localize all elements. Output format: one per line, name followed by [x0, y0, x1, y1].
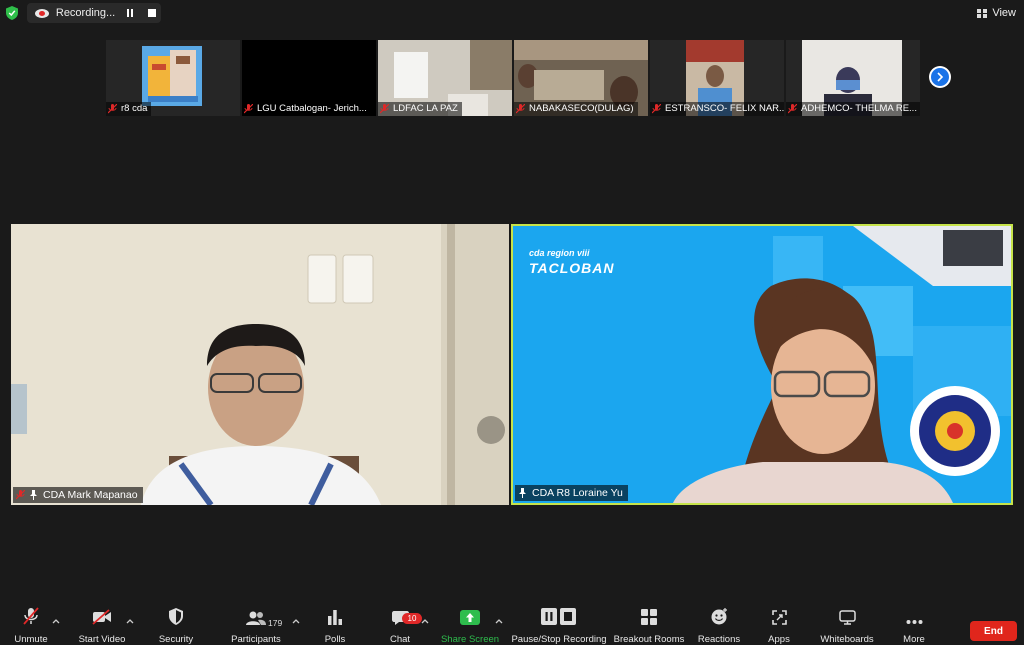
meeting-toolbar: Unmute Start Video Security Participants… — [0, 600, 1024, 645]
unmute-button[interactable]: Unmute — [6, 600, 56, 645]
shield-icon — [169, 608, 183, 625]
reactions-button[interactable]: Reactions — [694, 600, 744, 645]
participant-name-label: CDA Mark Mapanao — [13, 487, 143, 503]
participant-thumbnail[interactable]: ADHEMCO- THELMA RE... — [786, 40, 920, 116]
more-dots-icon — [906, 620, 922, 624]
pause-recording-button[interactable] — [121, 5, 139, 21]
thumbnail-name-label: r8 cda — [106, 102, 152, 116]
pause-stop-icon — [541, 608, 576, 625]
participants-icon — [246, 611, 266, 625]
breakout-rooms-button[interactable]: Breakout Rooms — [614, 600, 684, 645]
mic-muted-icon — [108, 104, 117, 114]
whiteboard-icon — [838, 610, 856, 625]
thumbnail-name-label: LGU Catbalogan- Jerich... — [242, 102, 371, 116]
mic-muted-icon — [244, 104, 253, 114]
grid-view-icon — [977, 8, 988, 18]
mic-muted-icon — [788, 104, 797, 114]
chat-unread-badge: 10 — [402, 613, 422, 624]
recording-label: Recording... — [55, 7, 116, 19]
pin-icon — [30, 490, 37, 500]
pause-stop-recording-button[interactable]: Pause/Stop Recording — [511, 600, 607, 645]
chevron-up-icon[interactable] — [52, 618, 60, 624]
participant-thumbnail[interactable]: r8 cda — [106, 40, 240, 116]
stop-icon — [148, 9, 157, 17]
building-photo-image — [142, 46, 202, 106]
thumbnail-name-label: NABAKASECO(DULAG) — [514, 102, 638, 116]
thumbnail-name-label: ESTRANSCO- FELIX NAR... — [650, 102, 784, 116]
participant-thumbnail[interactable]: LGU Catbalogan- Jerich... — [242, 40, 376, 116]
participant-thumbnail[interactable]: LDFAC LA PAZ — [378, 40, 512, 116]
background-subtitle: cda region viii — [529, 248, 590, 258]
participant-thumbnail[interactable]: NABAKASECO(DULAG) — [514, 40, 648, 116]
mic-muted-icon — [380, 104, 389, 114]
recording-indicator: Recording... — [27, 3, 161, 23]
participant-thumbnail[interactable]: ESTRANSCO- FELIX NAR... — [650, 40, 784, 116]
more-button[interactable]: More — [894, 600, 934, 645]
chevron-up-icon[interactable] — [495, 618, 503, 624]
participant-name-label: CDA R8 Loraine Yu — [515, 485, 628, 501]
start-video-button[interactable]: Start Video — [74, 600, 130, 645]
share-screen-button[interactable]: Share Screen — [440, 600, 500, 645]
security-button[interactable]: Security — [150, 600, 202, 645]
smiley-icon — [711, 608, 727, 625]
mic-muted-icon — [516, 104, 525, 114]
chevron-up-icon[interactable] — [292, 618, 300, 624]
pin-icon — [519, 488, 526, 498]
share-screen-icon — [460, 610, 480, 625]
video-tile-mark-mapanao[interactable]: CDA Mark Mapanao — [11, 224, 509, 505]
security-shield-icon[interactable] — [6, 6, 18, 20]
breakout-rooms-icon — [641, 609, 657, 625]
polls-button[interactable]: Polls — [316, 600, 354, 645]
mic-muted-icon — [652, 104, 661, 114]
polls-icon — [328, 610, 342, 625]
pause-icon — [127, 9, 134, 17]
view-label: View — [992, 7, 1016, 19]
apps-button[interactable]: Apps — [760, 600, 798, 645]
next-page-button[interactable] — [929, 66, 951, 88]
mic-muted-icon — [23, 607, 39, 625]
thumbnail-name-label: LDFAC LA PAZ — [378, 102, 462, 116]
video-tile-loraine-yu[interactable]: cda region viii TACLOBAN CDA R8 Loraine … — [511, 224, 1013, 505]
background-title: TACLOBAN — [529, 260, 615, 276]
stop-recording-button[interactable] — [143, 5, 161, 21]
participant-count: 179 — [268, 618, 283, 628]
participant-video-image — [11, 224, 509, 505]
thumbnail-name-label: ADHEMCO- THELMA RE... — [786, 102, 920, 116]
recording-cloud-icon — [35, 8, 49, 18]
whiteboards-button[interactable]: Whiteboards — [816, 600, 878, 645]
chevron-up-icon[interactable] — [126, 618, 134, 624]
video-off-icon — [92, 609, 111, 625]
chevron-up-icon[interactable] — [421, 618, 429, 624]
top-bar: Recording... View — [0, 0, 1024, 26]
view-button[interactable]: View — [977, 4, 1016, 22]
mic-muted-icon — [16, 490, 25, 500]
end-meeting-button[interactable]: End — [970, 621, 1017, 641]
apps-icon — [771, 610, 787, 625]
chevron-right-icon — [937, 72, 944, 82]
